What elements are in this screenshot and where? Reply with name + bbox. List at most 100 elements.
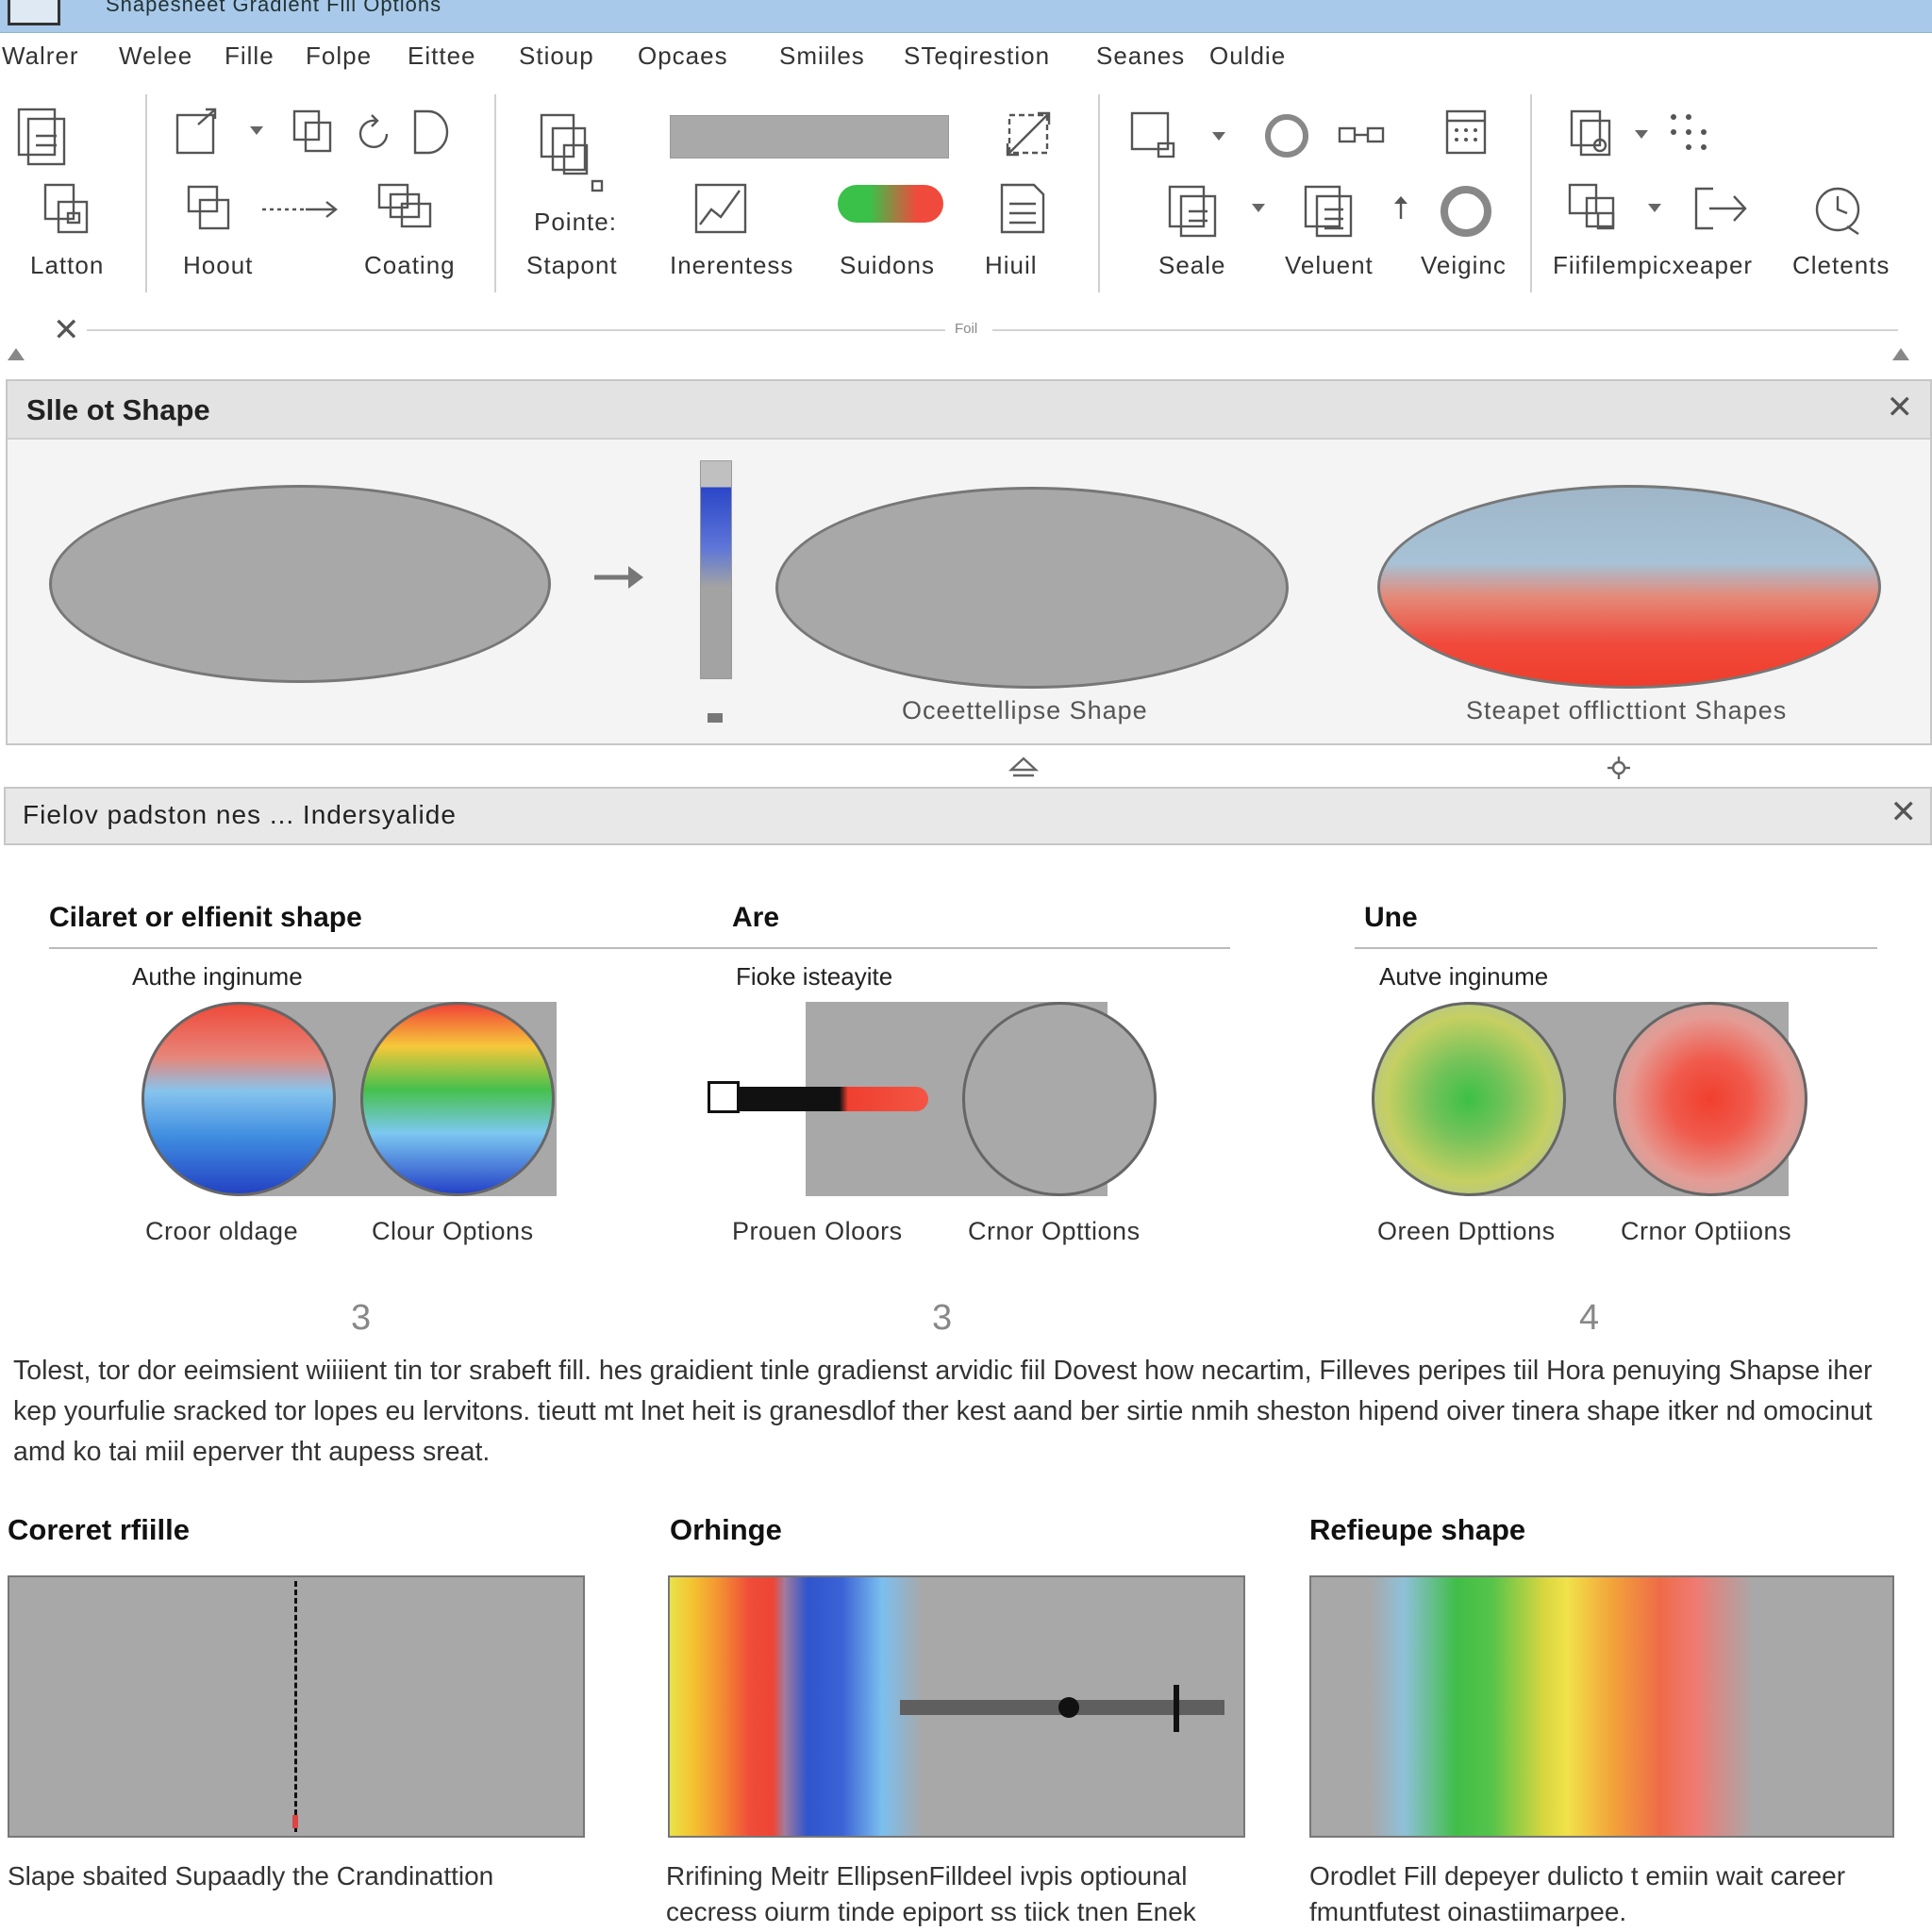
- ribbon-label: Coating: [364, 251, 456, 279]
- section-title: Une: [1364, 902, 1418, 933]
- gradient-slider-vertical[interactable]: [700, 460, 732, 679]
- step-number: 3: [351, 1298, 372, 1338]
- menu-item[interactable]: Folpe: [306, 42, 372, 71]
- select-shape-icon[interactable]: [1123, 106, 1185, 164]
- app-icon[interactable]: [8, 0, 60, 25]
- resize-icon[interactable]: [1000, 106, 1057, 162]
- radial-swatch[interactable]: [1613, 1002, 1807, 1196]
- chevron-down-icon[interactable]: [1645, 198, 1664, 217]
- ribbon-label: Inerentess: [670, 251, 794, 279]
- step-number: 4: [1579, 1298, 1600, 1338]
- preview-caption: Rrifining Meitr EllipsenFilldeel ivpis o…: [666, 1861, 1196, 1926]
- shape-d-icon[interactable]: [408, 106, 453, 158]
- dots-grid-icon[interactable]: [1664, 108, 1713, 160]
- exit-arrow-icon[interactable]: [1689, 181, 1753, 236]
- panel-title: Fielov padston nes ... Indersyalide: [23, 800, 457, 829]
- arrow-up-icon[interactable]: [1391, 194, 1411, 221]
- preview-title: Refieupe shape: [1309, 1513, 1526, 1546]
- pointer-tool-icon[interactable]: [534, 108, 609, 196]
- options-panel-header: Fielov padston nes ... Indersyalide ✕: [4, 787, 1932, 845]
- slider-handle[interactable]: [708, 1081, 740, 1113]
- circle-shape-icon[interactable]: [1260, 109, 1313, 162]
- chevron-down-icon[interactable]: [1249, 198, 1268, 217]
- menu-item[interactable]: Opcaes: [638, 42, 728, 71]
- connector-arrow-icon[interactable]: [257, 192, 341, 226]
- section-sublabel: Fioke isteayite: [736, 962, 893, 991]
- gradient-swatch[interactable]: [142, 1002, 336, 1196]
- option-label: Clour Options: [372, 1217, 534, 1245]
- close-icon[interactable]: ✕: [1890, 793, 1918, 831]
- divider-label: Foil: [955, 321, 978, 337]
- panel-title: Slle ot Shape: [26, 393, 210, 426]
- fill-preview-bar[interactable]: [670, 115, 949, 158]
- chart-icon[interactable]: [687, 177, 753, 240]
- ribbon-label: Hoout: [183, 251, 254, 279]
- align-icon[interactable]: [1298, 179, 1360, 242]
- ribbon-label: Stapont: [526, 251, 618, 279]
- chevron-down-icon[interactable]: [1632, 125, 1651, 143]
- radial-swatch[interactable]: [1372, 1002, 1566, 1196]
- ring-icon[interactable]: [1436, 181, 1496, 242]
- menu-item[interactable]: Seanes: [1096, 42, 1185, 71]
- menu-item[interactable]: Welee: [119, 42, 192, 71]
- slider-handle[interactable]: [708, 713, 723, 723]
- gradient-toggle[interactable]: [838, 185, 943, 223]
- section-title: Are: [732, 902, 780, 933]
- divider-line: [992, 329, 1898, 331]
- expand-up-icon[interactable]: [1008, 755, 1040, 781]
- menu-item[interactable]: Fille: [225, 42, 275, 71]
- menu-item[interactable]: Eittee: [408, 42, 476, 71]
- ribbon-label: Hiuil: [985, 251, 1038, 279]
- linear-gradient-preview[interactable]: [668, 1575, 1245, 1838]
- chevron-down-icon[interactable]: [1209, 126, 1228, 145]
- preview-caption: Slape sbaited Supaadly the Crandinattion: [8, 1861, 494, 1890]
- layout-icon[interactable]: [38, 179, 94, 238]
- description-paragraph: Tolest, tor dor eeimsient wiiiient tin t…: [13, 1356, 1873, 1467]
- connector-icon[interactable]: [1334, 117, 1391, 155]
- settings-icon[interactable]: [1606, 755, 1632, 781]
- menu-item[interactable]: Walrer: [2, 42, 79, 71]
- scroll-up-icon[interactable]: [6, 345, 26, 362]
- window-title: Shapesheet Gradient Fill Options: [106, 0, 442, 16]
- fill-preview[interactable]: [8, 1575, 585, 1838]
- ribbon-label: Seale: [1158, 251, 1226, 279]
- gradient-swatch[interactable]: [360, 1002, 555, 1196]
- arrange-icon[interactable]: [374, 179, 440, 234]
- ribbon-label: Cletents: [1792, 251, 1890, 279]
- menu-item[interactable]: Smiiles: [779, 42, 865, 71]
- radial-gradient-preview[interactable]: [1309, 1575, 1894, 1838]
- option-label: Prouen Oloors: [732, 1217, 903, 1245]
- scroll-up-icon[interactable]: [1890, 345, 1911, 362]
- menu-item[interactable]: STeqirestion: [904, 42, 1050, 71]
- scale-icon[interactable]: [1162, 179, 1224, 242]
- grid-icon[interactable]: [1438, 104, 1494, 160]
- shape-caption: Oceettellipse Shape: [902, 696, 1148, 724]
- clock-icon[interactable]: [1809, 181, 1868, 240]
- group-icon[interactable]: [181, 181, 238, 234]
- ribbon-label: Veiginc: [1421, 251, 1507, 279]
- stroke-slider[interactable]: [717, 1087, 928, 1111]
- slider-thumb[interactable]: [1058, 1697, 1079, 1718]
- stroke-swatch[interactable]: [962, 1002, 1157, 1196]
- chevron-down-icon[interactable]: [247, 121, 266, 140]
- menu-item[interactable]: Stioup: [519, 42, 594, 71]
- close-icon[interactable]: ✕: [1887, 389, 1914, 426]
- document-icon[interactable]: [11, 104, 72, 170]
- fill-picker-icon[interactable]: [1562, 177, 1624, 240]
- menu-item[interactable]: Ouldie: [1209, 42, 1286, 71]
- copy-icon[interactable]: [289, 106, 338, 158]
- slider-stop-marker[interactable]: [1174, 1685, 1179, 1732]
- export-icon[interactable]: [170, 104, 228, 160]
- rotate-icon[interactable]: [353, 111, 396, 155]
- preview-title: Orhinge: [670, 1513, 782, 1546]
- gradient-ellipse-shape[interactable]: [1377, 485, 1881, 689]
- ribbon-label: Suidons: [840, 251, 935, 279]
- document-lines-icon[interactable]: [992, 179, 1053, 238]
- ellipse-shape[interactable]: [775, 487, 1289, 689]
- panel-header: Slle ot Shape ✕: [8, 381, 1930, 440]
- close-icon[interactable]: ✕: [53, 311, 80, 349]
- ellipse-shape[interactable]: [49, 485, 551, 683]
- clipboard-icon[interactable]: [1562, 104, 1619, 160]
- ribbon-label: Fiifilempicxeaper: [1553, 251, 1754, 279]
- shape-caption: Steapet offlicttiont Shapes: [1466, 696, 1788, 724]
